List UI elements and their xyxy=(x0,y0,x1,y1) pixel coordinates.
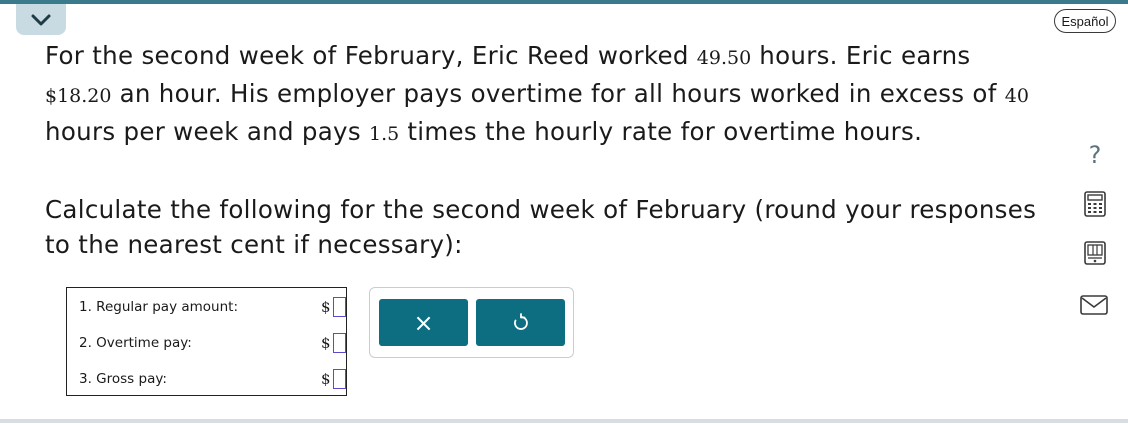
calculator-icon[interactable] xyxy=(1082,190,1108,218)
undo-icon xyxy=(513,312,528,330)
currency-symbol: $ xyxy=(321,334,331,352)
answer-row-gross-pay: 3. Gross pay: $ xyxy=(79,367,346,391)
problem-statement: For the second week of February, Eric Re… xyxy=(45,38,1045,152)
mail-icon[interactable] xyxy=(1079,293,1109,317)
overtime-pay-input[interactable] xyxy=(333,333,346,353)
currency-symbol: $ xyxy=(321,298,331,316)
problem-text: hours. Eric earns xyxy=(751,41,971,70)
hourly-rate-value: $18.20 xyxy=(45,85,112,107)
answer-label: 2. Overtime pay: xyxy=(79,335,192,351)
problem-text: For the second week of February, Eric Re… xyxy=(45,41,697,70)
answer-label: 1. Regular pay amount: xyxy=(79,299,239,315)
close-icon: × xyxy=(413,308,434,337)
answer-row-overtime-pay: 2. Overtime pay: $ xyxy=(79,331,346,355)
answer-table: 1. Regular pay amount: $ 2. Overtime pay… xyxy=(66,287,347,396)
periodic-table-icon[interactable] xyxy=(1082,240,1108,268)
overtime-threshold-value: 40 xyxy=(1004,85,1029,107)
problem-text: an hour. His employer pays overtime for … xyxy=(111,79,1005,108)
undo-button[interactable] xyxy=(476,299,565,346)
help-icon[interactable]: ? xyxy=(1080,140,1110,170)
answer-label: 3. Gross pay: xyxy=(79,371,167,387)
regular-pay-input[interactable] xyxy=(333,297,346,317)
instructions: Calculate the following for the second w… xyxy=(45,195,1037,259)
bottom-divider xyxy=(0,419,1128,423)
problem-text: hours per week and pays xyxy=(45,117,370,146)
answer-row-regular-pay: 1. Regular pay amount: $ xyxy=(79,295,346,319)
collapse-toggle[interactable] xyxy=(16,4,66,35)
hours-worked-value: 49.50 xyxy=(696,47,752,69)
clear-button[interactable]: × xyxy=(379,299,468,346)
problem-text: times the hourly rate for overtime hours… xyxy=(399,117,923,146)
language-button[interactable]: Español xyxy=(1054,9,1116,33)
overtime-multiplier-value: 1.5 xyxy=(369,123,400,145)
chevron-down-icon xyxy=(31,14,51,25)
action-panel: × xyxy=(369,287,574,358)
currency-symbol: $ xyxy=(321,370,331,388)
gross-pay-input[interactable] xyxy=(333,369,346,389)
top-accent-bar xyxy=(0,0,1128,4)
